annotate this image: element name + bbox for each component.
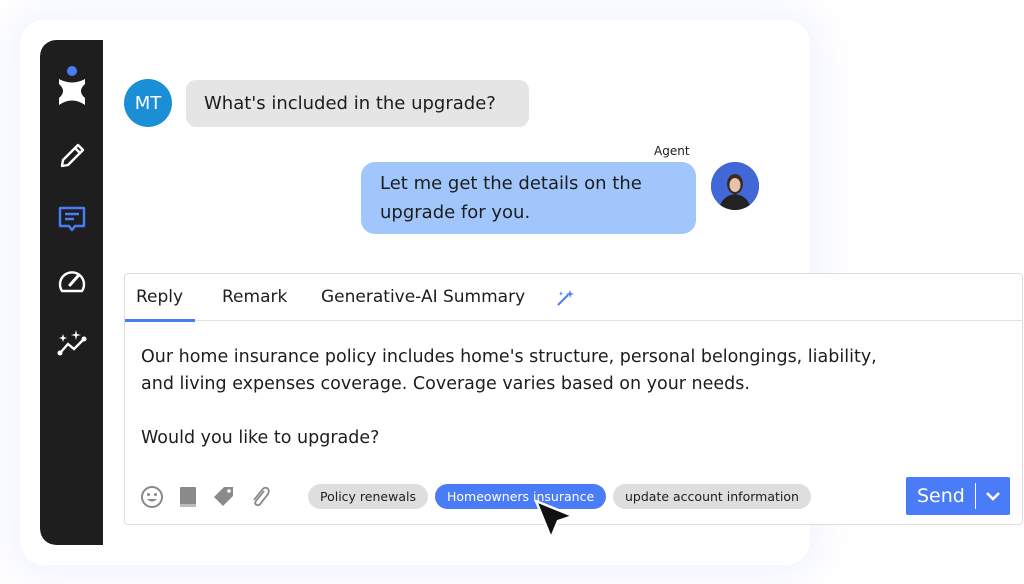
gauge-icon[interactable]	[56, 265, 88, 297]
agent-avatar	[711, 162, 759, 210]
composer-panel: Reply Remark Generative-AI Summary Our h…	[124, 273, 1023, 525]
tab-remark[interactable]: Remark	[222, 287, 287, 307]
chevron-down-icon[interactable]	[976, 486, 1010, 506]
reply-line: and living expenses coverage. Coverage v…	[141, 374, 750, 394]
sparkle-trend-icon[interactable]	[56, 327, 88, 359]
quick-reply-chip[interactable]: update account information	[613, 484, 811, 509]
reply-textarea[interactable]: Our home insurance policy includes home'…	[141, 344, 1001, 452]
paperclip-icon[interactable]	[247, 484, 273, 510]
composer-tabs: Reply Remark Generative-AI Summary	[124, 274, 1022, 322]
agent-label: Agent	[654, 144, 690, 158]
tab-generative-ai-summary[interactable]: Generative-AI Summary	[321, 287, 525, 307]
quick-reply-chip[interactable]: Policy renewals	[308, 484, 428, 509]
user-initials: MT	[134, 92, 162, 114]
logo-icon[interactable]	[56, 64, 88, 108]
reply-line: Would you like to upgrade?	[141, 428, 380, 448]
magic-wand-icon[interactable]	[555, 288, 575, 308]
tag-icon[interactable]	[211, 484, 237, 510]
agent-message: Let me get the details on the upgrade fo…	[361, 162, 696, 234]
book-icon[interactable]	[175, 484, 201, 510]
emoji-icon[interactable]	[139, 484, 165, 510]
reply-line: Our home insurance policy includes home'…	[141, 347, 877, 367]
sidebar	[40, 40, 103, 545]
chat-icon[interactable]	[56, 203, 88, 235]
quick-reply-chip-selected[interactable]: Homeowners insurance	[435, 484, 607, 509]
user-avatar: MT	[124, 79, 172, 127]
pencil-icon[interactable]	[56, 140, 88, 172]
composer-tools	[139, 484, 273, 510]
user-message: What's included in the upgrade?	[186, 80, 529, 127]
send-label: Send	[917, 485, 965, 507]
agent-photo	[711, 162, 759, 210]
tab-reply[interactable]: Reply	[124, 287, 196, 322]
mouse-cursor-icon	[534, 499, 575, 540]
send-button[interactable]: Send	[906, 477, 1010, 515]
